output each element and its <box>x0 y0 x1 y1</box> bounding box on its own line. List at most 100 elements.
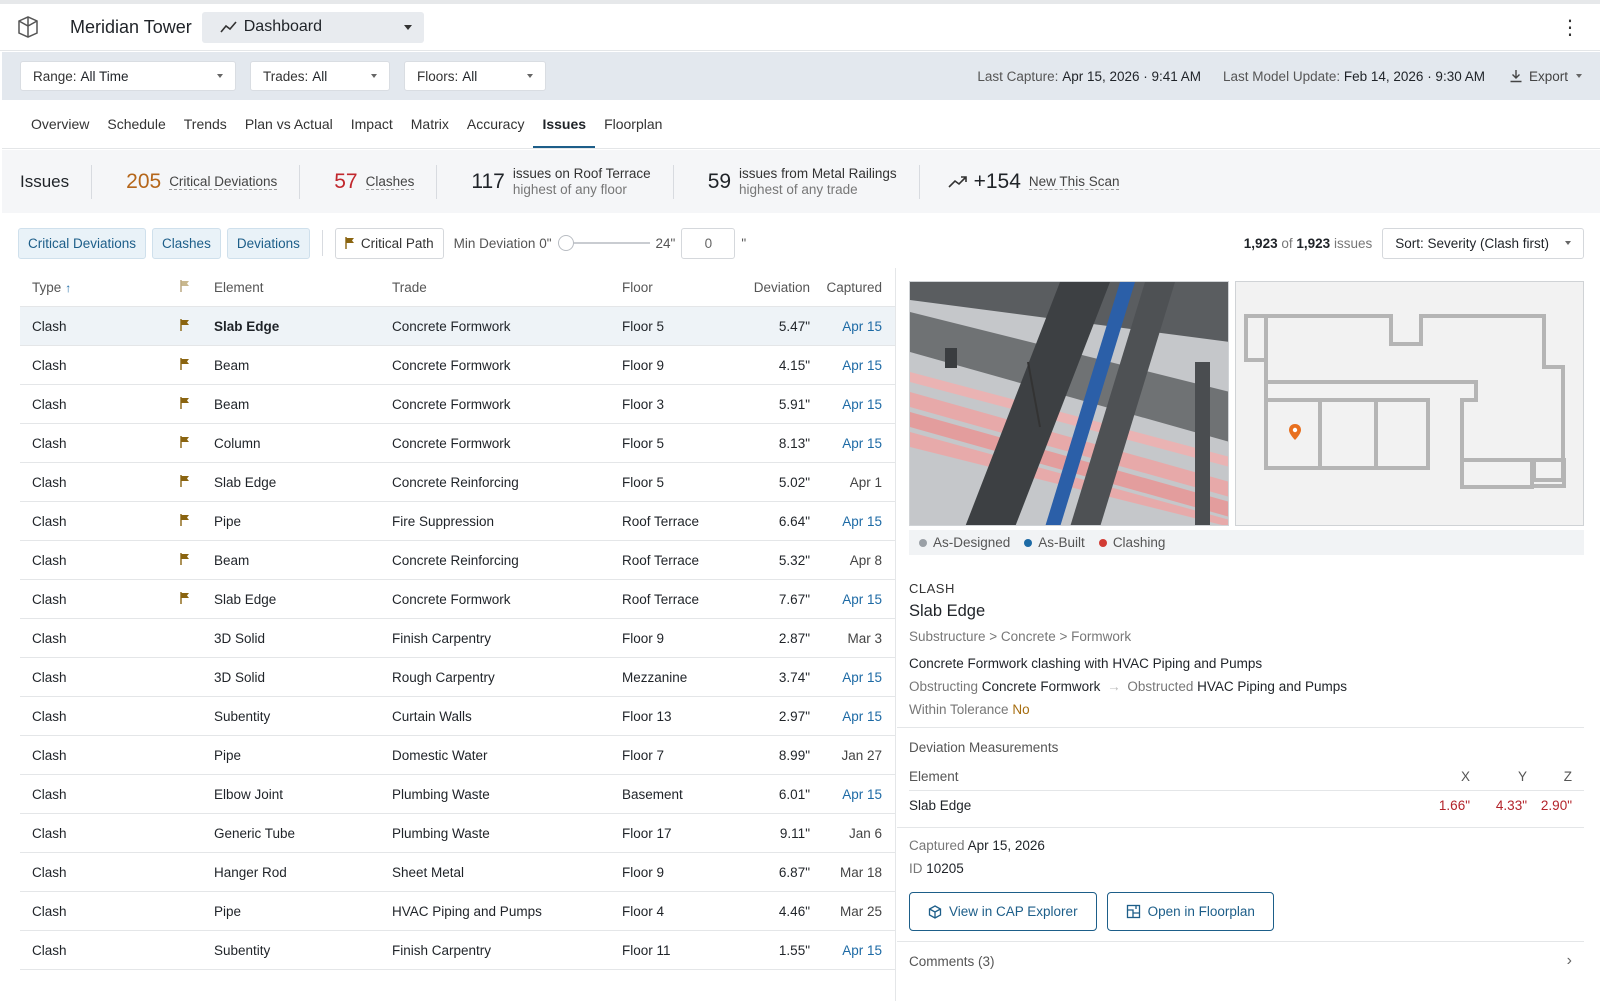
cell-deviation: 9.11" <box>779 825 810 841</box>
legend-dot <box>1024 538 1033 547</box>
tab-schedule[interactable]: Schedule <box>98 100 174 148</box>
table-row[interactable]: Clash Slab Edge Concrete Reinforcing Floor … <box>20 463 895 502</box>
column-header-captured[interactable]: Captured <box>810 280 894 295</box>
view-in-cap-explorer-button[interactable]: View in CAP Explorer <box>909 892 1097 931</box>
table-row[interactable]: Clash Beam Concrete Formwork Floor 3 5.91" Ap… <box>20 385 895 424</box>
tolerance-line: Within Tolerance No <box>909 702 1584 717</box>
cell-trade: Concrete Formwork <box>392 435 511 451</box>
table-row[interactable]: Clash Pipe Fire Suppression Roof Terrace 6.6… <box>20 502 895 541</box>
table-row[interactable]: Clash Column Concrete Formwork Floor 5 8.13"… <box>20 424 895 463</box>
issue-kind: CLASH <box>909 581 955 596</box>
issue-description: Concrete Formwork clashing with HVAC Pip… <box>909 656 1263 671</box>
new-label: New This Scan <box>1028 173 1120 190</box>
range-select[interactable]: Range: All Time <box>20 61 236 91</box>
cell-floor: Floor 5 <box>622 435 665 451</box>
cell-type: Clash <box>32 474 67 490</box>
tab-trends[interactable]: Trends <box>175 100 236 148</box>
meas-z: 2.90" <box>1540 797 1572 813</box>
measurements-title: Deviation Measurements <box>909 740 1059 755</box>
table-row[interactable]: Clash Hanger Rod Sheet Metal Floor 9 6.87" Ma… <box>20 853 895 892</box>
floors-select[interactable]: Floors: All <box>404 61 546 91</box>
critical-path-label: Critical Path <box>360 235 434 251</box>
trending-up-icon <box>948 175 967 188</box>
tab-plan-vs-actual[interactable]: Plan vs Actual <box>236 100 342 148</box>
tab-floorplan[interactable]: Floorplan <box>595 100 671 148</box>
trades-select[interactable]: Trades: All <box>250 61 390 91</box>
cell-type: Clash <box>32 513 67 529</box>
new-this-scan-stat[interactable]: +154 New This Scan <box>920 170 1142 194</box>
column-header-element[interactable]: Element <box>214 280 392 295</box>
cell-trade: Finish Carpentry <box>392 942 492 958</box>
sort-select[interactable]: Sort: Severity (Clash first) <box>1382 227 1584 259</box>
cell-trade: Domestic Water <box>392 747 488 763</box>
column-header-type[interactable]: Type ↑ <box>20 280 180 295</box>
column-header-flag[interactable] <box>180 279 214 295</box>
table-row[interactable]: Clash Beam Concrete Reinforcing Roof Terrac… <box>20 541 895 580</box>
cell-trade: Finish Carpentry <box>392 630 492 646</box>
issue-controls: Critical Deviations Clashes Deviations Cri… <box>18 226 1584 260</box>
legend-label: Clashing <box>1112 535 1166 550</box>
open-in-floorplan-button[interactable]: Open in Floorplan <box>1106 892 1274 931</box>
column-header-floor[interactable]: Floor <box>622 280 722 295</box>
tab-overview[interactable]: Overview <box>22 100 98 148</box>
table-row[interactable]: Clash Beam Concrete Formwork Floor 9 4.15" Ap… <box>20 346 895 385</box>
table-row[interactable]: Clash Slab Edge Concrete Formwork Roof Terr… <box>20 580 895 619</box>
cell-floor: Floor 9 <box>622 630 665 646</box>
flag-icon <box>180 396 190 412</box>
cell-type: Clash <box>32 630 67 646</box>
cell-floor: Floor 9 <box>622 864 665 880</box>
more-options-icon[interactable]: ⋮ <box>1560 18 1580 38</box>
cell-deviation: 5.32" <box>778 552 810 568</box>
table-row[interactable]: Clash Generic Tube Plumbing Waste Floor 17 9… <box>20 814 895 853</box>
cell-floor: Floor 5 <box>622 474 665 490</box>
comments-row[interactable]: Comments (3) › <box>909 942 1584 980</box>
top-trade-line1: issues from Metal Railings <box>739 165 897 181</box>
top-floor-line2: highest of any floor <box>512 181 627 197</box>
cell-deviation: 5.47" <box>778 318 810 334</box>
column-header-deviation[interactable]: Deviation <box>722 280 810 295</box>
last-capture-value: Apr 15, 2026 · 9:41 AM <box>1062 68 1202 84</box>
3d-viewer[interactable] <box>909 281 1229 526</box>
table-row[interactable]: Clash 3D Solid Finish Carpentry Floor 9 2.87… <box>20 619 895 658</box>
app-logo-icon[interactable] <box>16 15 40 39</box>
slider-handle[interactable] <box>557 235 574 251</box>
table-row[interactable]: Clash Subentity Finish Carpentry Floor 11 1.… <box>20 931 895 970</box>
column-header-trade[interactable]: Trade <box>392 280 622 295</box>
cell-element: Generic Tube <box>214 825 296 841</box>
meas-element: Slab Edge <box>909 797 972 813</box>
clashes-stat[interactable]: 57 Clashes <box>300 170 436 194</box>
export-button[interactable]: Export <box>1509 69 1582 84</box>
floorplan-minimap[interactable] <box>1235 281 1584 526</box>
filter-chip-deviations[interactable]: Deviations <box>226 227 310 259</box>
cell-trade: Concrete Formwork <box>392 396 511 412</box>
min-deviation-input[interactable]: 0 <box>681 227 736 259</box>
tab-issues[interactable]: Issues <box>533 100 595 148</box>
tab-accuracy[interactable]: Accuracy <box>458 100 534 148</box>
table-row[interactable]: Clash Subentity Curtain Walls Floor 13 2.97"… <box>20 697 895 736</box>
min-deviation-slider[interactable] <box>557 235 650 251</box>
cell-captured: Jan 6 <box>848 825 882 841</box>
cell-floor: Floor 3 <box>622 396 665 412</box>
table-row[interactable]: Clash Pipe HVAC Piping and Pumps Floor 4 4.4… <box>20 892 895 931</box>
critical-path-toggle[interactable]: Critical Path <box>334 227 444 259</box>
critical-deviations-stat[interactable]: 205 Critical Deviations <box>92 170 299 194</box>
table-row[interactable]: Clash 3D Solid Rough Carpentry Mezzanine 3.7… <box>20 658 895 697</box>
cell-deviation: 5.91" <box>778 396 810 412</box>
cell-floor: Roof Terrace <box>622 552 700 568</box>
cell-captured: Apr 15 <box>842 591 882 607</box>
table-row[interactable]: Clash Pipe Domestic Water Floor 7 8.99" Jan 2… <box>20 736 895 775</box>
table-row[interactable]: Clash Slab Edge Concrete Formwork Floor 5 5.… <box>20 307 895 346</box>
cell-element: Column <box>214 435 261 451</box>
tab-impact[interactable]: Impact <box>342 100 402 148</box>
tab-matrix[interactable]: Matrix <box>402 100 458 148</box>
view-select[interactable]: Dashboard <box>201 11 424 43</box>
tab-bar: Overview Schedule Trends Plan vs Actual Impa… <box>2 100 1600 149</box>
cell-trade: Plumbing Waste <box>392 825 490 841</box>
captured-line: Captured Apr 15, 2026 <box>909 838 1584 853</box>
table-row[interactable]: Clash Elbow Joint Plumbing Waste Basement 6.… <box>20 775 895 814</box>
last-model-label: Last Model Update: <box>1223 68 1341 84</box>
filter-chip-clashes[interactable]: Clashes <box>152 227 221 259</box>
legend-item: As-Built <box>1024 535 1085 550</box>
top-floor-stat: 117 issues on Roof Terrace highest of an… <box>437 166 672 198</box>
filter-chip-critical-deviations[interactable]: Critical Deviations <box>18 227 147 259</box>
